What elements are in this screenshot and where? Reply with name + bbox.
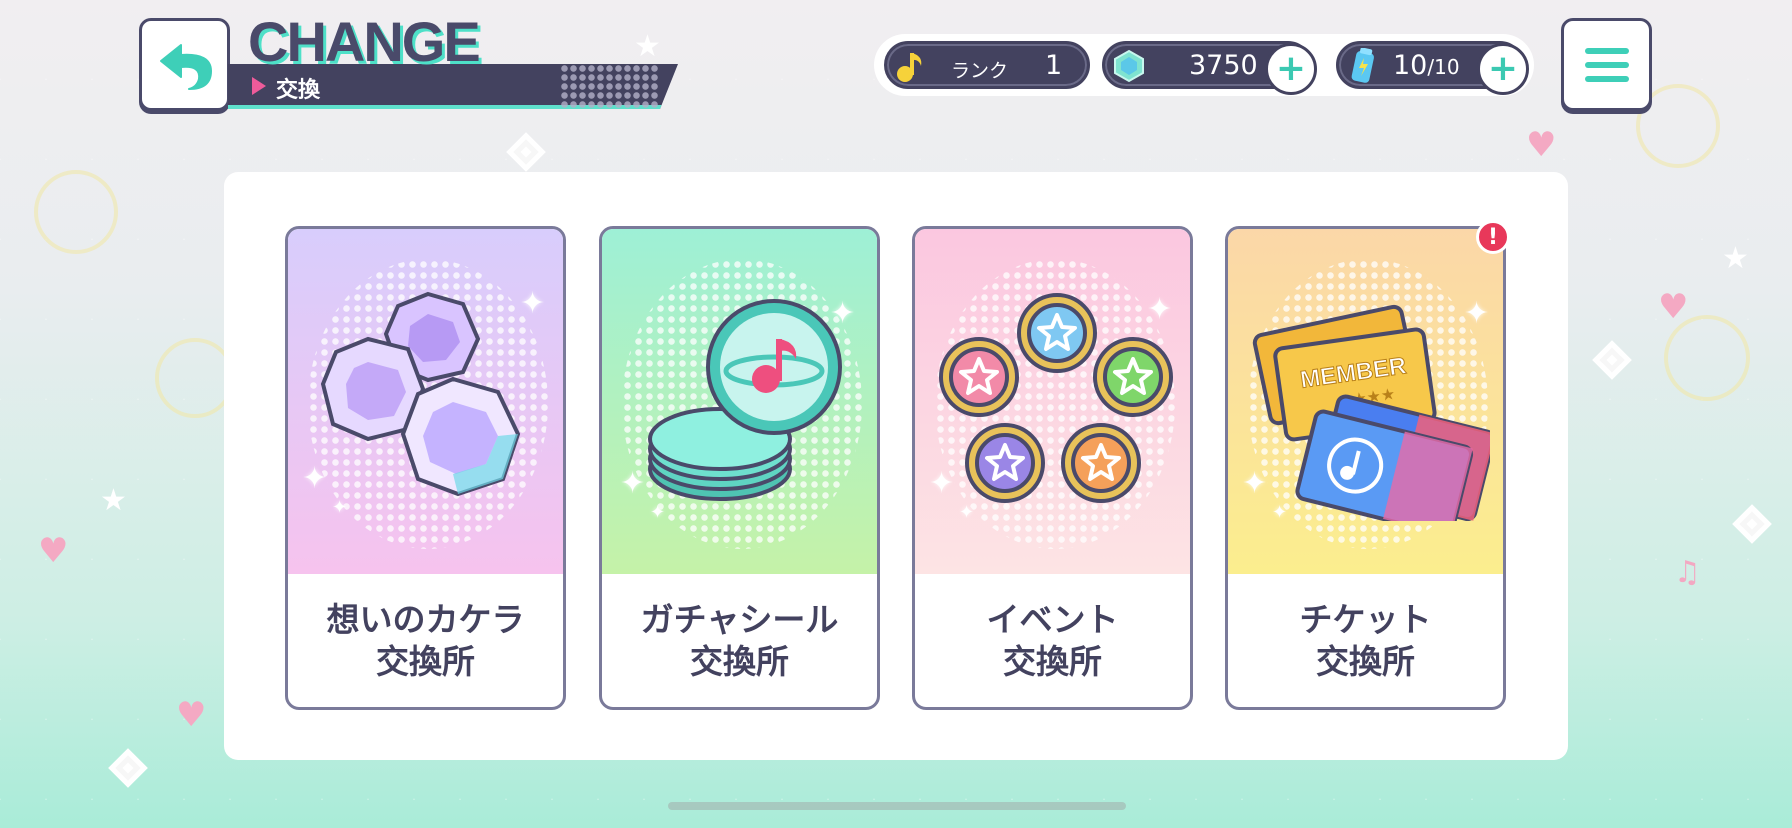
background-star-decoration: ★ [1722, 241, 1749, 276]
exchange-card-event[interactable]: ✦ ✦ ✦ イベント 交換所 [912, 226, 1193, 710]
add-crystal-button[interactable]: + [1265, 43, 1317, 95]
crystal-fragments-icon [320, 291, 521, 497]
hamburger-menu-icon [1584, 47, 1629, 54]
background-diamond-decoration [506, 132, 546, 172]
music-note-icon [893, 48, 929, 84]
back-button[interactable] [139, 18, 230, 111]
notification-badge: ! [1476, 220, 1510, 254]
sparkle-icon: ✦ [620, 466, 646, 501]
background-heart-decoration: ♥ [176, 695, 207, 735]
card-label-line1: イベント [986, 600, 1119, 639]
card-label-line2: 交換所 [376, 642, 475, 681]
card-label: チケット 交換所 [1228, 599, 1503, 683]
exchange-card-ticket[interactable]: MEMBER ★★★ ✦ ✦ ✦ チケット 交換所 [1225, 226, 1506, 710]
energy-current: 10 [1393, 50, 1428, 81]
add-energy-button[interactable]: + [1477, 43, 1529, 95]
background-heart-decoration: ♥ [38, 531, 69, 571]
card-label: 想いのカケラ 交換所 [288, 599, 563, 683]
background-diamond-decoration [108, 748, 148, 788]
card-label-line1: 想いのカケラ [326, 600, 525, 639]
crystal-value: 3750 [1189, 50, 1258, 81]
sparkle-icon: ✦ [830, 296, 856, 331]
background-diamond-decoration [1592, 340, 1632, 380]
energy-display: 10/10 + [1336, 41, 1529, 95]
sparkle-icon: ✦ [959, 502, 975, 523]
background-star-decoration: ★ [634, 29, 661, 64]
energy-bottle-icon [1345, 48, 1381, 84]
currency-bar: ランク 1 3750 + 10/10 + [874, 34, 1534, 96]
background-ring-decoration [1664, 315, 1750, 401]
card-art: ✦ ✦ ✦ [602, 229, 877, 574]
background-heart-decoration: ♥ [1526, 125, 1557, 165]
background-ring-decoration [34, 170, 118, 254]
crystal-gem-icon [1111, 48, 1147, 84]
event-medals-icon [939, 293, 1173, 503]
exchange-card-gacha-seal[interactable]: ✦ ✦ ✦ ガチャシール 交換所 [599, 226, 880, 710]
card-art: ✦ ✦ ✦ [915, 229, 1190, 574]
background-note-decoration: ♫ [1674, 555, 1701, 590]
tickets-icon: MEMBER ★★★ [1252, 304, 1490, 521]
gacha-seal-stack-icon [648, 299, 842, 501]
halftone-dots-decoration [560, 64, 660, 109]
rank-label: ランク [951, 60, 1009, 82]
card-label: イベント 交換所 [915, 599, 1190, 683]
menu-button[interactable] [1561, 18, 1652, 111]
back-arrow-icon [159, 43, 212, 90]
sparkle-icon: ✦ [1147, 292, 1173, 327]
crystal-display: 3750 + [1102, 41, 1317, 95]
sparkle-icon: ✦ [650, 502, 666, 523]
card-label: ガチャシール 交換所 [602, 599, 877, 683]
card-label-line2: 交換所 [1003, 642, 1102, 681]
card-art: ✦ ✦ ✦ [288, 229, 563, 574]
hamburger-menu-icon [1584, 61, 1629, 68]
sparkle-icon: ✦ [520, 286, 546, 321]
exchange-card-kakera[interactable]: ✦ ✦ ✦ 想いのカケラ 交換所 [285, 226, 566, 710]
page-title: CHANGE [248, 10, 481, 73]
card-label-line2: 交換所 [1316, 642, 1415, 681]
card-label-line1: チケット [1299, 600, 1432, 639]
background-ring-decoration [155, 338, 235, 418]
hamburger-menu-icon [1584, 75, 1629, 82]
sparkle-icon: ✦ [1242, 466, 1268, 501]
sparkle-icon: ✦ [1272, 502, 1288, 523]
card-label-line2: 交換所 [690, 642, 789, 681]
exchange-panel: ✦ ✦ ✦ 想いのカケラ 交換所 ✦ ✦ ✦ ガチャシール 交換所 ✦ ✦ ✦ … [224, 172, 1568, 760]
energy-value: 10/10 [1393, 50, 1460, 81]
triangle-arrow-icon [252, 77, 266, 95]
background-heart-decoration: ♥ [1658, 287, 1689, 327]
sparkle-icon: ✦ [1464, 296, 1490, 331]
card-label-line1: ガチャシール [640, 600, 839, 639]
background-star-decoration: ★ [100, 483, 127, 518]
energy-max: /10 [1427, 55, 1460, 79]
sparkle-icon: ✦ [929, 466, 955, 501]
home-indicator[interactable] [668, 802, 1126, 810]
sparkle-icon: ✦ [332, 497, 348, 518]
sparkle-icon: ✦ [302, 461, 328, 496]
rank-value: 1 [1045, 50, 1063, 81]
page-subtitle: 交換 [276, 78, 321, 103]
background-diamond-decoration [1732, 504, 1772, 544]
rank-display: ランク 1 [884, 41, 1090, 89]
card-art: MEMBER ★★★ ✦ ✦ ✦ [1228, 229, 1503, 574]
